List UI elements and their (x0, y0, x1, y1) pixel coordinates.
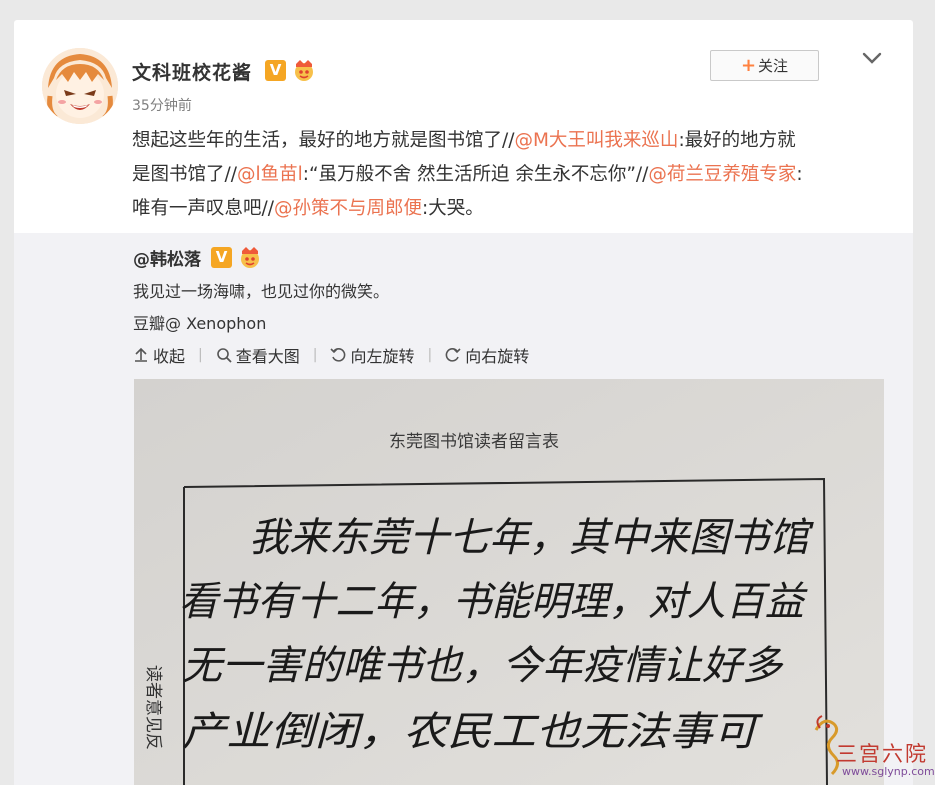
view-large-label: 查看大图 (235, 347, 300, 366)
rotate-right-icon (445, 348, 461, 362)
post-text-segment: :大哭。 (421, 198, 484, 219)
handwriting-line: 我来东莞十七年，其中来图书馆 (249, 515, 814, 561)
original-post-text: 我见过一场海啸，也见过你的微笑。 (133, 282, 390, 301)
rotate-left-icon (330, 348, 346, 362)
post-text: 想起这些年的生活，最好的地方就是图书馆了//@M大王叫我来巡山:最好的地方就 是… (132, 124, 892, 226)
toolbar-divider: | (312, 347, 318, 363)
post-text-segment: 想起这些年的生活，最好的地方就是图书馆了// (132, 130, 515, 151)
original-post-source: 豆瓣@ Xenophon (133, 314, 267, 333)
rotate-left-button[interactable]: 向左旋转 (330, 343, 414, 367)
mention-link[interactable]: @M大王叫我来巡山 (514, 130, 678, 151)
anime-avatar-image (42, 48, 118, 124)
post-image[interactable]: 东莞图书馆读者留言表 读者意见反 我来东莞十七年，其中来图书馆 看书有十二年，书… (134, 379, 884, 785)
side-label: 读者意见反 (143, 665, 163, 750)
collapse-button[interactable]: 收起 (133, 343, 185, 367)
original-author-link[interactable]: @韩松落 (133, 245, 201, 270)
collapse-label: 收起 (153, 347, 186, 366)
post-timestamp[interactable]: 35分钟前 (132, 95, 192, 115)
vip-medal-icon (295, 60, 313, 81)
rotate-right-button[interactable]: 向右旋转 (445, 343, 529, 367)
handwriting-line: 看书有十二年，书能明理，对人百益 (179, 579, 808, 625)
view-large-button[interactable]: 查看大图 (216, 343, 300, 367)
post-text-line: 唯有一声叹息吧//@孙策不与周郎便:大哭。 (132, 192, 892, 226)
weibo-card: 文科班校花酱 V 35分钟前 + 关注 想起这些年的生活，最好的地方就是图书馆了/… (14, 20, 913, 785)
search-icon (216, 348, 232, 363)
username[interactable]: 文科班校花酱 (132, 58, 252, 85)
post-text-segment: 唯有一声叹息吧// (132, 198, 274, 219)
toolbar-divider: | (427, 347, 433, 363)
rotate-left-label: 向左旋转 (350, 347, 415, 366)
watermark-text: 三宫六院 (836, 742, 928, 766)
follow-label: 关注 (758, 57, 789, 75)
form-title: 东莞图书馆读者留言表 (389, 432, 559, 452)
rotate-right-label: 向右旋转 (465, 347, 530, 366)
mention-link[interactable]: @孙策不与周郎便 (274, 198, 422, 219)
mention-link[interactable]: @荷兰豆养殖专家 (648, 164, 796, 185)
plus-icon: + (740, 55, 757, 76)
collapse-up-icon (135, 347, 147, 362)
post-text-segment: :最好的地方就 (678, 130, 796, 151)
post-text-segment: :“虽万般不舍 然生活所迫 余生永不忘你”// (302, 164, 649, 185)
post-text-segment: : (796, 164, 803, 185)
follow-button[interactable]: + 关注 (710, 50, 819, 81)
mention-link[interactable]: @l鱼苗l (237, 164, 303, 185)
post-text-line: 是图书馆了//@l鱼苗l:“虽万般不舍 然生活所迫 余生永不忘你”//@荷兰豆养… (132, 158, 892, 192)
post-text-line: 想起这些年的生活，最好的地方就是图书馆了//@M大王叫我来巡山:最好的地方就 (132, 124, 892, 158)
toolbar-divider: | (198, 347, 203, 363)
handwriting-line: 产业倒闭，农民工也无法事可 (182, 709, 764, 755)
verified-badge-icon: V (211, 247, 232, 268)
handwritten-note-photo: 东莞图书馆读者留言表 读者意见反 我来东莞十七年，其中来图书馆 看书有十二年，书… (134, 379, 884, 785)
repost-box: @韩松落 V 我见过一场海啸，也见过你的微笑。 豆瓣@ Xenophon 收起 … (14, 233, 913, 785)
image-toolbar: 收起 | 查看大图 | 向左旋转 | 向右旋转 (133, 344, 529, 366)
verified-badge-icon: V (265, 60, 286, 81)
post-text-segment: 是图书馆了// (132, 164, 237, 185)
handwriting-line: 无一害的唯书也，今年疫情让好多 (182, 643, 784, 689)
chevron-down-icon[interactable] (860, 48, 884, 68)
avatar[interactable] (42, 48, 118, 124)
vip-medal-icon (241, 247, 259, 268)
watermark-url: www.sglynp.com (842, 765, 935, 778)
